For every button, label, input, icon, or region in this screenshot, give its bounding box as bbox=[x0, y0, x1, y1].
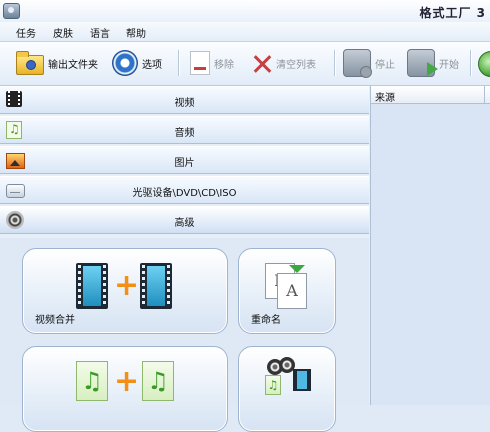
toolbar: 输出文件夹 选项 移除 清空列表 停止 开始 bbox=[0, 42, 490, 86]
start-play-icon bbox=[407, 49, 438, 77]
stop-button[interactable]: 停止 bbox=[343, 49, 395, 78]
toolbar-separator bbox=[334, 50, 336, 76]
advanced-tools-area: + 视频合并 B A 重命名 ♫ + ♫ bbox=[0, 238, 369, 432]
column-header-source[interactable]: 来源 bbox=[371, 86, 490, 104]
app-icon bbox=[3, 3, 20, 19]
remove-document-icon bbox=[190, 51, 210, 75]
category-label: 光驱设备\DVD\CD\ISO bbox=[132, 188, 237, 199]
category-video[interactable]: 视频 bbox=[0, 86, 369, 114]
category-audio[interactable]: 音频 bbox=[0, 116, 369, 144]
menu-language[interactable]: 语言 bbox=[90, 25, 110, 40]
tile-label: 视频合并 bbox=[35, 315, 75, 326]
title-bar: 格式工厂 3 bbox=[0, 0, 490, 23]
video-merge-icon: + bbox=[76, 263, 176, 311]
stop-icon bbox=[343, 49, 372, 78]
output-folder-button[interactable]: 输出文件夹 bbox=[16, 49, 98, 77]
category-label: 图片 bbox=[174, 158, 195, 169]
globe-icon[interactable] bbox=[478, 51, 490, 77]
stop-label: 停止 bbox=[375, 59, 395, 71]
folder-icon bbox=[16, 51, 44, 75]
remove-button[interactable]: 移除 bbox=[186, 49, 234, 77]
category-optical-drive[interactable]: 光驱设备\DVD\CD\ISO bbox=[0, 176, 369, 204]
category-label: 视频 bbox=[174, 98, 195, 109]
options-button[interactable]: 选项 bbox=[112, 49, 162, 77]
menu-help[interactable]: 帮助 bbox=[126, 25, 146, 40]
column-divider[interactable] bbox=[484, 86, 485, 103]
category-advanced[interactable]: 高级 bbox=[0, 206, 369, 234]
output-folder-label: 输出文件夹 bbox=[48, 59, 98, 71]
audio-merge-tile[interactable]: ♫ + ♫ bbox=[22, 346, 228, 432]
task-list-panel: 来源 bbox=[371, 86, 490, 405]
tile-label: 重命名 bbox=[251, 315, 281, 326]
toolbar-separator bbox=[178, 50, 180, 76]
category-picture[interactable]: 图片 bbox=[0, 146, 369, 174]
toolbar-separator bbox=[470, 50, 472, 76]
category-label: 音频 bbox=[174, 128, 195, 139]
start-label: 开始 bbox=[439, 59, 459, 71]
menu-task[interactable]: 任务 bbox=[16, 25, 36, 40]
category-panel: 视频 音频 图片 光驱设备\DVD\CD\ISO 高级 + 视频合并 B A bbox=[0, 86, 371, 432]
rename-tile[interactable]: B A 重命名 bbox=[238, 248, 336, 334]
category-label: 高级 bbox=[174, 218, 195, 229]
window-title: 格式工厂 3 bbox=[419, 6, 486, 20]
clear-x-icon bbox=[252, 53, 272, 73]
start-button[interactable]: 开始 bbox=[407, 49, 459, 77]
options-icon bbox=[112, 50, 138, 76]
audio-merge-icon: ♫ + ♫ bbox=[76, 361, 176, 405]
clear-list-button[interactable]: 清空列表 bbox=[252, 49, 316, 77]
menu-bar: 任务 皮肤 语言 帮助 bbox=[0, 22, 490, 42]
remove-label: 移除 bbox=[214, 59, 234, 71]
clear-list-label: 清空列表 bbox=[276, 59, 316, 71]
audio-video-mix-tile[interactable]: ♫ bbox=[238, 346, 336, 432]
rename-icon: B A bbox=[265, 263, 309, 309]
video-merge-tile[interactable]: + 视频合并 bbox=[22, 248, 228, 334]
column-source-label: 来源 bbox=[375, 93, 395, 104]
menu-skin[interactable]: 皮肤 bbox=[53, 25, 73, 40]
audio-video-mix-icon: ♫ bbox=[265, 357, 315, 401]
options-label: 选项 bbox=[142, 59, 162, 71]
